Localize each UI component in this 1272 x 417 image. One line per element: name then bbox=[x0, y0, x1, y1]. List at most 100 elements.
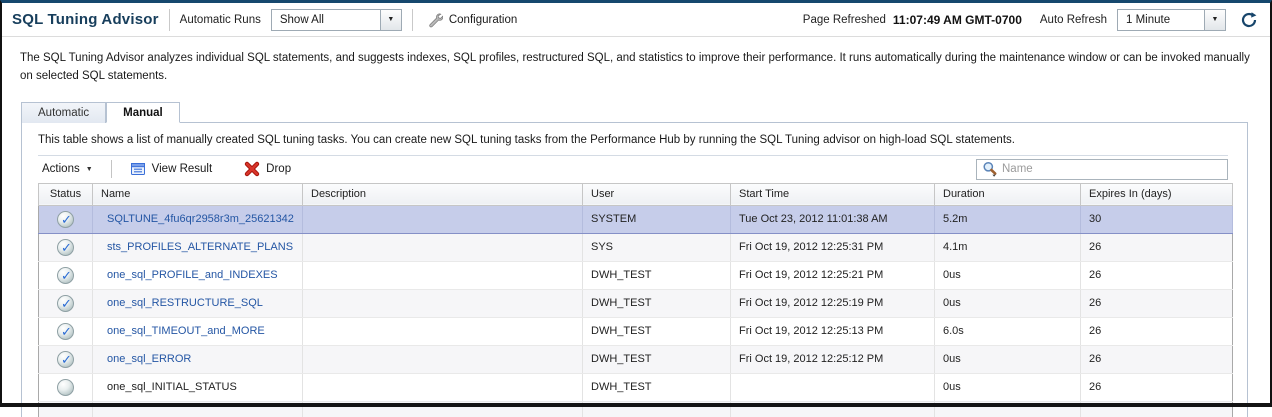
col-header-start-time[interactable]: Start Time bbox=[731, 183, 935, 205]
task-start-time-cell bbox=[731, 373, 935, 401]
status-completed-icon bbox=[57, 211, 74, 228]
configuration-button[interactable]: Configuration bbox=[423, 10, 521, 30]
status-completed-icon bbox=[57, 267, 74, 284]
task-description-cell bbox=[303, 233, 583, 261]
task-name-link[interactable]: one_sql_ERROR bbox=[107, 353, 191, 365]
col-header-description[interactable]: Description bbox=[303, 183, 583, 205]
report-window-icon bbox=[130, 161, 146, 177]
status-initial-icon bbox=[57, 379, 74, 396]
drop-button[interactable]: Drop bbox=[240, 159, 295, 179]
top-bar: SQL Tuning Advisor Automatic Runs Show A… bbox=[2, 3, 1270, 37]
task-duration-cell: 0us bbox=[935, 345, 1081, 373]
auto-refresh-value: 1 Minute bbox=[1118, 10, 1204, 30]
search-icon[interactable] bbox=[981, 160, 999, 178]
chevron-down-icon[interactable]: ▼ bbox=[380, 10, 401, 30]
table-toolbar: Actions ▼ View Result Drop bbox=[38, 156, 1228, 183]
auto-refresh-dropdown[interactable]: 1 Minute ▼ bbox=[1117, 9, 1226, 31]
table-row[interactable]: SQLTUNE_4fu6qr2958r3m_25621342SYSTEMTue … bbox=[39, 205, 1233, 233]
col-header-user[interactable]: User bbox=[583, 183, 731, 205]
view-result-button[interactable]: View Result bbox=[126, 159, 217, 179]
table-row[interactable]: one_sql_TIMEOUT_and_MORE DWH_TESTFri Oct … bbox=[39, 317, 1233, 345]
col-header-expires[interactable]: Expires In (days) bbox=[1081, 183, 1233, 205]
status-completed-icon bbox=[57, 323, 74, 340]
search-input[interactable] bbox=[1002, 163, 1223, 175]
task-description-cell bbox=[303, 373, 583, 401]
task-duration-cell: 4.1m bbox=[935, 233, 1081, 261]
task-name-link[interactable]: one_sql_PROFILE_and_INDEXES bbox=[107, 269, 278, 281]
table-row[interactable]: sts_PROFILES_ALTERNATE_PLANSSYSFri Oct 1… bbox=[39, 233, 1233, 261]
task-start-time-cell: Fri Oct 19, 2012 12:25:19 PM bbox=[731, 289, 935, 317]
task-start-time-cell: Fri Oct 19, 2012 12:25:13 PM bbox=[731, 317, 935, 345]
table-row[interactable]: one_sql_PROFILE_and_INDEXES DWH_TESTFri O… bbox=[39, 261, 1233, 289]
task-user-cell: DWH_TEST bbox=[583, 345, 731, 373]
task-expires-cell: 26 bbox=[1081, 317, 1233, 345]
page-refreshed-label: Page Refreshed bbox=[803, 14, 886, 26]
task-status-cell bbox=[39, 205, 93, 233]
divider bbox=[169, 9, 170, 31]
manual-tab-panel: This table shows a list of manually crea… bbox=[21, 122, 1248, 417]
task-user-cell: DWH_TEST bbox=[583, 317, 731, 345]
table-row[interactable]: one_sql_RESTRUCTURE_SQL DWH_TESTFri Oct 1… bbox=[39, 289, 1233, 317]
task-description-cell bbox=[303, 345, 583, 373]
task-description-cell bbox=[303, 261, 583, 289]
task-start-time-cell: Fri Oct 19, 2012 12:25:12 PM bbox=[731, 345, 935, 373]
col-header-status[interactable]: Status bbox=[39, 183, 93, 205]
divider bbox=[111, 160, 112, 178]
table-header-row: Status Name Description User Start Time … bbox=[39, 183, 1233, 205]
task-user-cell: DWH_TEST bbox=[583, 373, 731, 401]
task-status-cell bbox=[39, 317, 93, 345]
automatic-runs-value: Show All bbox=[272, 10, 380, 30]
task-name-text: one_sql_INITIAL_STATUS bbox=[107, 381, 237, 393]
task-user-cell: DWH_TEST bbox=[583, 289, 731, 317]
status-completed-icon bbox=[57, 295, 74, 312]
table-description: This table shows a list of manually crea… bbox=[22, 123, 1247, 155]
chevron-down-icon: ▼ bbox=[86, 166, 93, 173]
chevron-down-icon[interactable]: ▼ bbox=[1204, 10, 1225, 30]
status-completed-icon bbox=[57, 239, 74, 256]
task-start-time-cell: Fri Oct 19, 2012 12:25:21 PM bbox=[731, 261, 935, 289]
col-header-name[interactable]: Name bbox=[93, 183, 303, 205]
task-duration-cell: 0us bbox=[935, 373, 1081, 401]
task-expires-cell: 26 bbox=[1081, 289, 1233, 317]
task-name-link[interactable]: one_sql_TIMEOUT_and_MORE bbox=[107, 325, 265, 337]
task-start-time-cell: Fri Oct 19, 2012 12:25:31 PM bbox=[731, 233, 935, 261]
col-header-duration[interactable]: Duration bbox=[935, 183, 1081, 205]
task-table-body: SQLTUNE_4fu6qr2958r3m_25621342SYSTEMTue … bbox=[39, 205, 1233, 417]
task-name-cell: one_sql_RESTRUCTURE_SQL bbox=[93, 289, 303, 317]
task-expires-cell: 26 bbox=[1081, 345, 1233, 373]
task-status-cell bbox=[39, 233, 93, 261]
task-start-time-cell: Tue Oct 23, 2012 11:01:38 AM bbox=[731, 205, 935, 233]
task-status-cell bbox=[39, 373, 93, 401]
name-search-box bbox=[976, 159, 1228, 180]
configuration-label: Configuration bbox=[449, 14, 517, 26]
actions-menu-button[interactable]: Actions ▼ bbox=[38, 161, 97, 177]
task-name-link[interactable]: one_sql_RESTRUCTURE_SQL bbox=[107, 297, 263, 309]
task-expires-cell: 26 bbox=[1081, 233, 1233, 261]
task-status-cell bbox=[39, 345, 93, 373]
task-description-cell bbox=[303, 317, 583, 345]
red-x-icon bbox=[244, 161, 260, 177]
table-row[interactable]: one_sql_ERROR DWH_TESTFri Oct 19, 2012 12… bbox=[39, 345, 1233, 373]
refresh-icon[interactable] bbox=[1240, 11, 1258, 29]
task-name-cell: one_sql_INITIAL_STATUS bbox=[93, 373, 303, 401]
automatic-runs-label: Automatic Runs bbox=[180, 14, 261, 26]
automatic-runs-dropdown[interactable]: Show All ▼ bbox=[271, 9, 402, 31]
task-description-cell bbox=[303, 289, 583, 317]
status-completed-icon bbox=[57, 351, 74, 368]
page-refreshed: Page Refreshed 11:07:49 AM GMT-0700 bbox=[803, 13, 1022, 27]
intro-text: The SQL Tuning Advisor analyzes individu… bbox=[2, 37, 1270, 90]
task-duration-cell: 0us bbox=[935, 289, 1081, 317]
task-name-cell: sts_PROFILES_ALTERNATE_PLANS bbox=[93, 233, 303, 261]
page-refreshed-time: 11:07:49 AM GMT-0700 bbox=[893, 13, 1022, 27]
page-title: SQL Tuning Advisor bbox=[12, 11, 159, 28]
tab-automatic[interactable]: Automatic bbox=[21, 102, 106, 123]
wrench-icon bbox=[427, 12, 443, 28]
task-name-link[interactable]: SQLTUNE_4fu6qr2958r3m_25621342 bbox=[107, 213, 294, 225]
task-name-link[interactable]: sts_PROFILES_ALTERNATE_PLANS bbox=[107, 241, 293, 253]
task-user-cell: DWH_TEST bbox=[583, 261, 731, 289]
task-status-cell bbox=[39, 289, 93, 317]
tab-bar: Automatic Manual bbox=[21, 102, 1248, 122]
task-name-cell: SQLTUNE_4fu6qr2958r3m_25621342 bbox=[93, 205, 303, 233]
tab-manual[interactable]: Manual bbox=[106, 102, 180, 123]
table-row[interactable]: one_sql_INITIAL_STATUSDWH_TEST0us26 bbox=[39, 373, 1233, 401]
